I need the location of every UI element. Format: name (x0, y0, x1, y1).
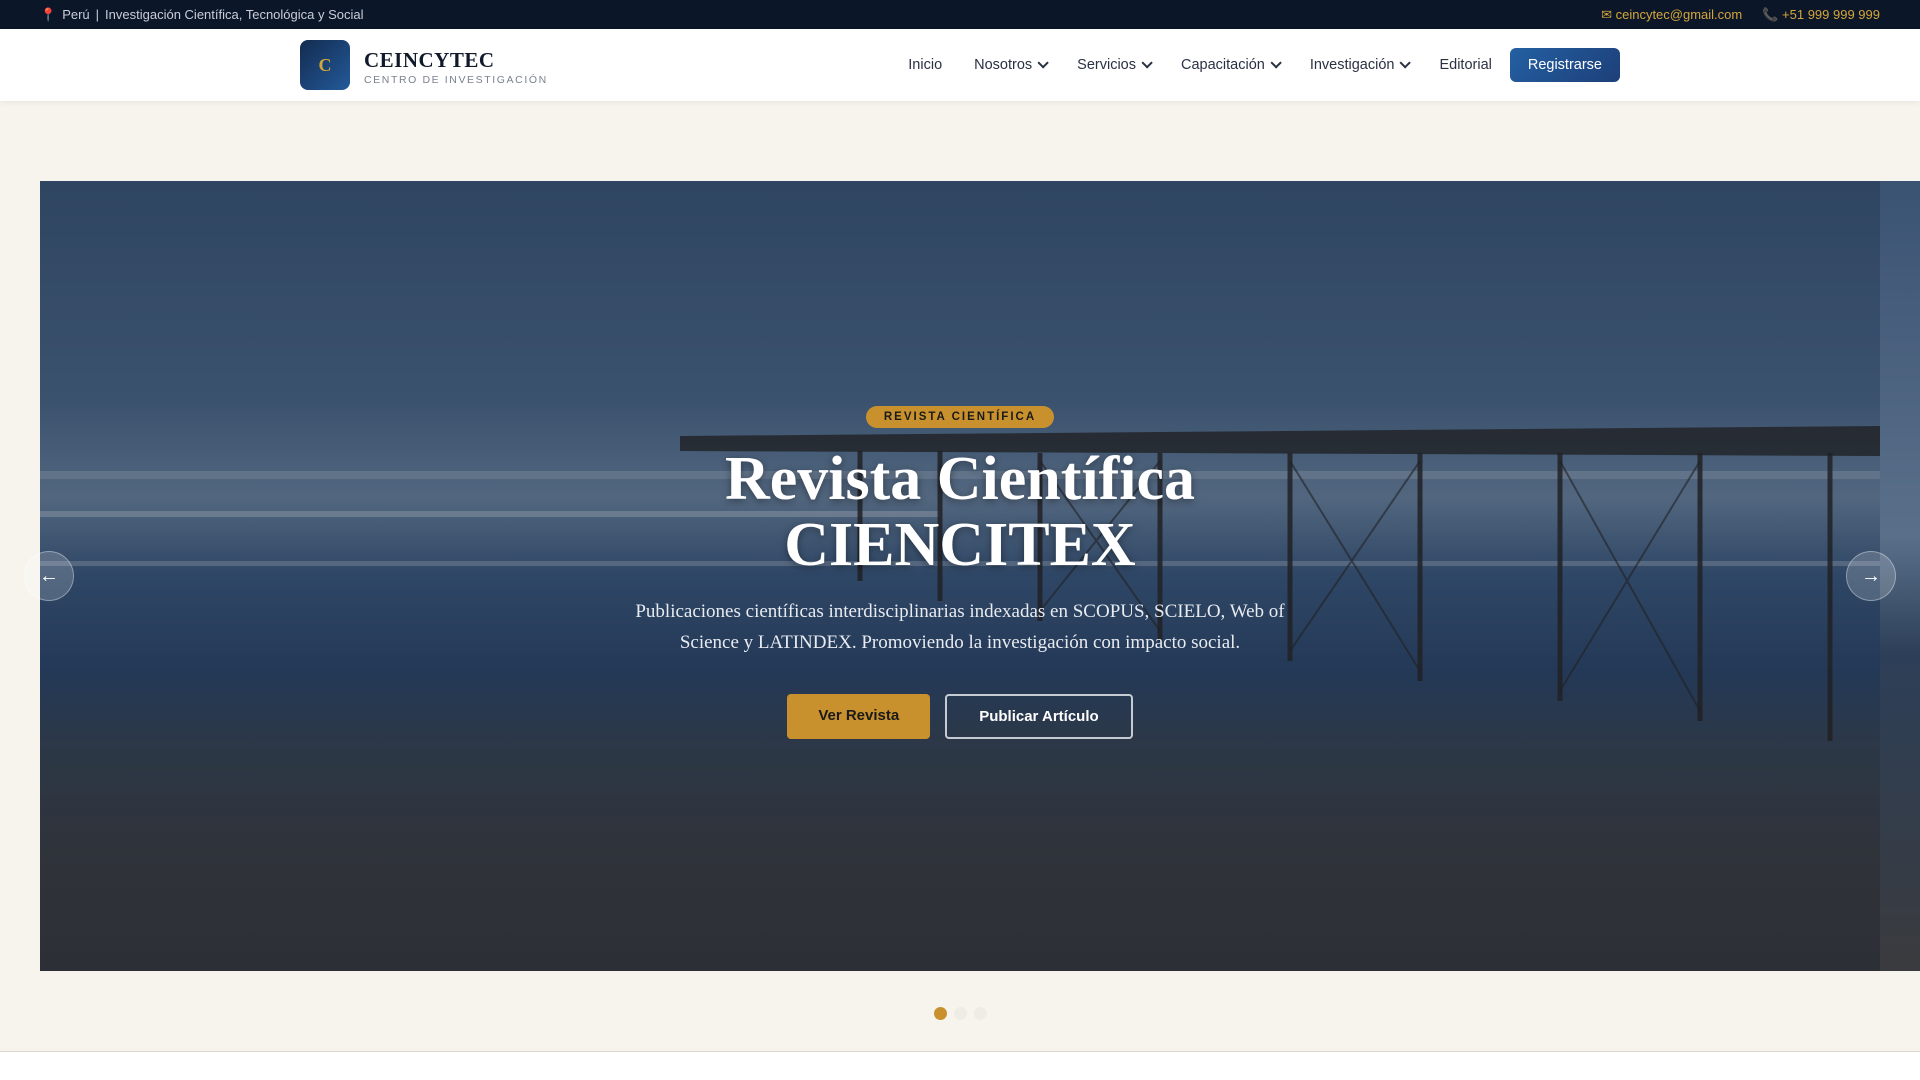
hero-title-line2: CIENCITEX (784, 511, 1136, 579)
chevron-down-icon (1399, 57, 1412, 69)
phone-icon: 📞 (1762, 6, 1783, 22)
top-info-bar: 📍 Perú | Investigación Científica, Tecno… (0, 0, 1920, 29)
pin-icon: 📍 (40, 6, 57, 22)
arrow-left-icon: ← (39, 564, 59, 587)
arrow-right-icon: → (1861, 564, 1881, 587)
nav-item-investigacion[interactable]: Investigación (1309, 57, 1412, 73)
envelope-icon: ✉ (1601, 6, 1616, 22)
publicar-articulo-button[interactable]: Publicar Artículo (945, 694, 1133, 739)
slide-dot-1[interactable] (933, 1007, 947, 1020)
chevron-down-icon (1037, 57, 1049, 69)
ver-revista-button[interactable]: Ver Revista (787, 694, 931, 739)
tagline-text: Investigación Científica, Tecnológica y … (105, 7, 364, 22)
nav-label: Investigación (1309, 57, 1395, 73)
nav-item-servicios[interactable]: Servicios (1077, 57, 1153, 73)
nav-item-inicio[interactable]: Inicio (908, 57, 942, 73)
nav-label: Nosotros (974, 57, 1033, 73)
hero-title: Revista Científica CIENCITEX (40, 446, 1880, 578)
nav-item-capacitacion[interactable]: Capacitación (1181, 57, 1282, 73)
separator: | (95, 7, 100, 22)
nav-menu: Inicio Nosotros Servicios Capacitación I… (0, 29, 1920, 101)
next-slide-button[interactable]: → (1846, 551, 1896, 601)
phone-link[interactable]: 📞 +51 999 999 999 (1762, 7, 1880, 23)
next-section (0, 1052, 1920, 1080)
nav-label: Editorial (1439, 57, 1492, 73)
location-text: Perú (62, 7, 90, 22)
email-link[interactable]: ✉ ceincytec@gmail.com (1601, 7, 1742, 23)
register-button[interactable]: Registrarse (1509, 48, 1620, 82)
slider-dots (0, 1007, 1920, 1020)
hero-content: REVISTA CIENTÍFICA Revista Científica CI… (40, 406, 1880, 739)
chevron-down-icon (1141, 57, 1153, 69)
nav-label: Inicio (908, 57, 943, 73)
nav-label: Capacitación (1181, 57, 1265, 73)
nav-label: Servicios (1077, 57, 1136, 73)
nav-item-nosotros[interactable]: Nosotros (974, 57, 1049, 73)
email-text: ceincytec@gmail.com (1615, 6, 1743, 22)
hero-badge: REVISTA CIENTÍFICA (865, 406, 1055, 428)
hero-title-line1: Revista Científica (724, 445, 1196, 513)
slide-dot-2[interactable] (953, 1007, 967, 1020)
hero-description: Publicaciones científicas interdisciplin… (635, 601, 1285, 653)
nav-item-editorial[interactable]: Editorial (1439, 57, 1491, 73)
main-navbar: C CEINCYTEC CENTRO DE INVESTIGACIÓN Inic… (0, 29, 1920, 101)
phone-text: +51 999 999 999 (1782, 6, 1880, 22)
slide-dot-3[interactable] (973, 1007, 987, 1020)
hero-slider: REVISTA CIENTÍFICA Revista Científica CI… (40, 181, 1880, 971)
prev-slide-button[interactable]: ← (24, 551, 74, 601)
chevron-down-icon (1270, 57, 1282, 69)
